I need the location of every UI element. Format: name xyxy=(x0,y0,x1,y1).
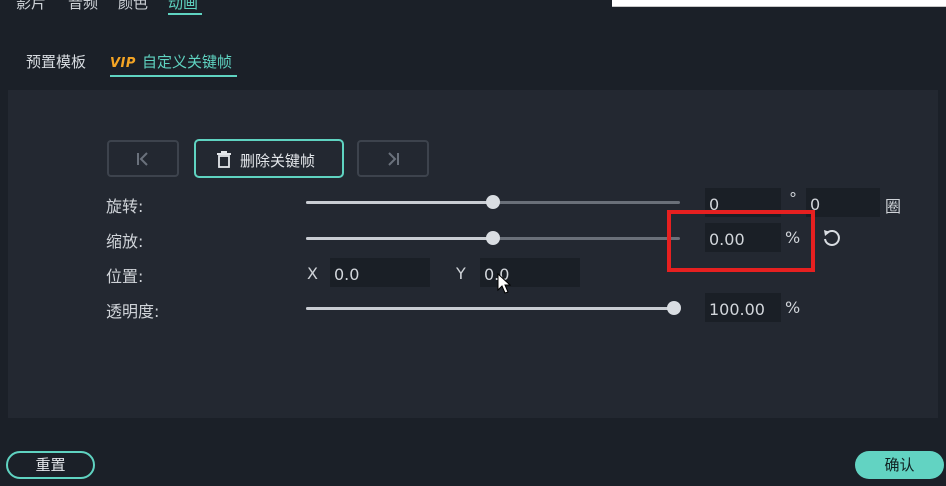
tab-color[interactable]: 颜色 xyxy=(118,0,148,13)
rotation-slider-thumb[interactable] xyxy=(486,195,500,209)
position-label: 位置: xyxy=(106,267,144,286)
scale-slider-thumb[interactable] xyxy=(486,231,500,245)
degree-unit: ° xyxy=(789,189,797,208)
mouse-cursor-icon xyxy=(497,273,511,294)
delete-keyframe-label: 删除关键帧 xyxy=(240,152,316,170)
tab-animation[interactable]: 动画 xyxy=(168,0,198,13)
turns-unit: 圈 xyxy=(885,197,902,216)
active-tab-indicator xyxy=(168,13,202,15)
rotation-turns-input[interactable]: 0 xyxy=(806,188,880,217)
active-subtab-indicator xyxy=(110,75,237,77)
preview-panel-edge xyxy=(612,0,946,7)
trash-icon xyxy=(217,151,231,168)
scale-label: 缩放: xyxy=(106,232,144,251)
position-y-label: Y xyxy=(456,264,466,283)
opacity-unit: % xyxy=(785,298,801,317)
tab-custom-keyframes-label: 自定义关键帧 xyxy=(141,53,232,71)
opacity-label: 透明度: xyxy=(106,302,160,321)
scale-slider-fill xyxy=(306,237,493,240)
prev-keyframe-button[interactable] xyxy=(107,140,179,177)
position-x-label: X xyxy=(307,264,318,283)
tab-video[interactable]: 影片 xyxy=(16,0,46,13)
position-x-input[interactable]: 0.0 xyxy=(330,258,430,287)
opacity-input[interactable]: 100.00 xyxy=(705,293,781,322)
opacity-slider-fill xyxy=(306,307,674,310)
rotation-slider[interactable] xyxy=(306,195,680,209)
rotation-label: 旋转: xyxy=(106,197,144,216)
vip-badge: VIP xyxy=(110,56,136,71)
tab-audio[interactable]: 音频 xyxy=(68,0,98,13)
delete-keyframe-button[interactable]: 删除关键帧 xyxy=(194,139,344,178)
tab-preset-templates[interactable]: 预置模板 xyxy=(26,51,86,72)
next-keyframe-icon xyxy=(388,152,399,166)
confirm-button[interactable]: 确认 xyxy=(855,451,944,479)
reset-icon[interactable] xyxy=(822,228,842,248)
next-keyframe-button[interactable] xyxy=(357,140,429,177)
tab-custom-keyframes[interactable]: VIP 自定义关键帧 xyxy=(110,51,232,72)
footer-bar xyxy=(0,425,946,486)
rotation-slider-fill xyxy=(306,201,493,204)
scale-highlight-box xyxy=(667,210,815,272)
scale-slider[interactable] xyxy=(306,231,680,245)
reset-button[interactable]: 重置 xyxy=(6,451,95,479)
opacity-slider[interactable] xyxy=(306,301,681,315)
opacity-slider-thumb[interactable] xyxy=(667,301,681,315)
prev-keyframe-icon xyxy=(137,152,148,166)
position-y-input[interactable]: 0.0 xyxy=(480,258,580,287)
